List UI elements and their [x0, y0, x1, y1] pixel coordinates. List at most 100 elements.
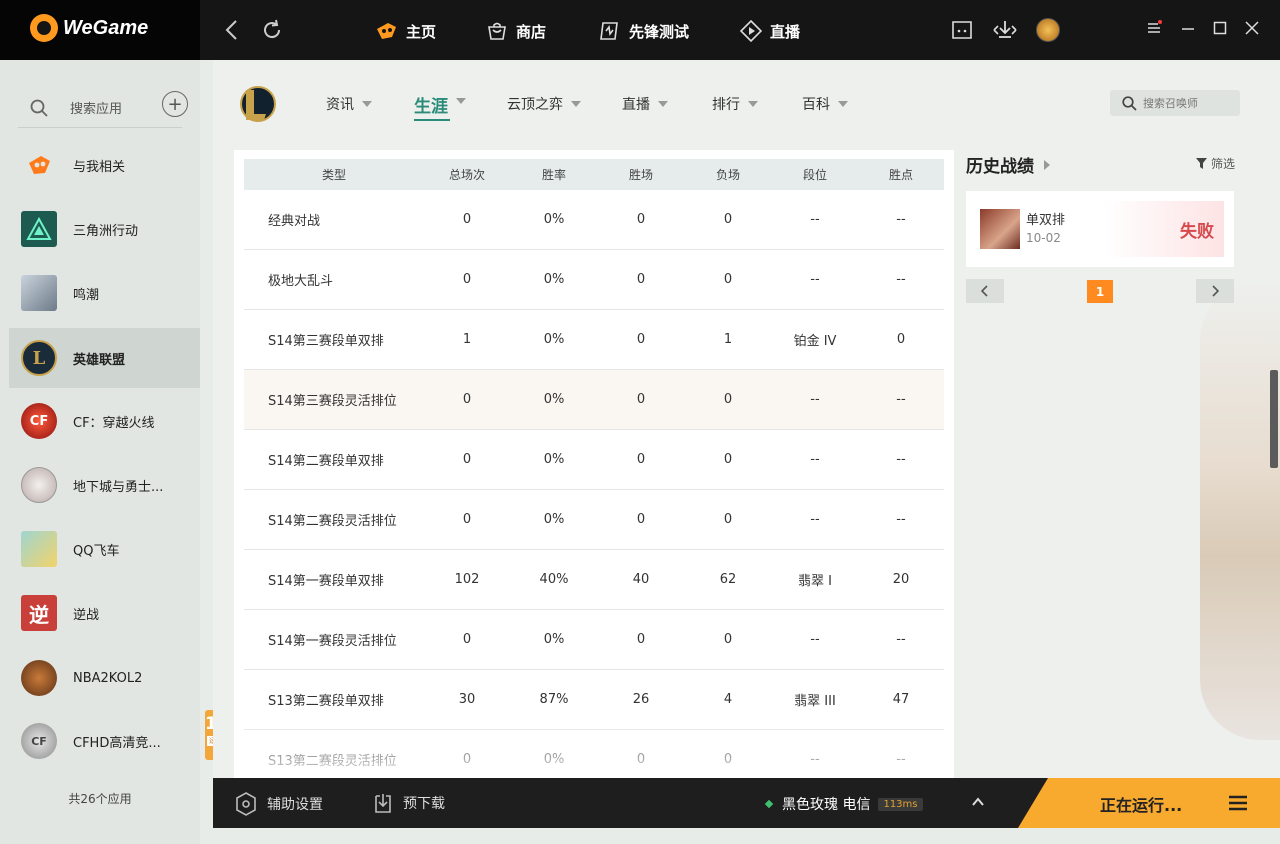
server-name: 黑色玫瑰 电信	[782, 797, 871, 813]
current-page[interactable]: 1	[1087, 280, 1113, 303]
nba2kol2-icon	[21, 660, 57, 696]
download-icon[interactable]	[990, 19, 1020, 41]
match-card[interactable]: 单双排 10-02 失败	[966, 191, 1234, 267]
refresh-icon[interactable]	[262, 18, 284, 42]
subnav-label: 资讯	[326, 97, 354, 113]
tab-live[interactable]: 直播	[740, 18, 800, 44]
wegame-logo[interactable]: WeGame	[30, 14, 148, 42]
cell-winrate: 40%	[539, 572, 569, 587]
top-bar: WeGame 主页 商店 先锋测试 直播	[0, 0, 1280, 60]
menu-icon[interactable]	[1146, 20, 1162, 36]
chevron-left-icon	[981, 285, 988, 297]
server-status-icon	[764, 799, 774, 809]
sidebar-item-cfhd[interactable]: CF CFHD高清竞...	[9, 711, 200, 771]
table-fade-overlay	[234, 718, 954, 778]
sidebar-item-label: 鸣潮	[73, 287, 100, 303]
sidebar-item-dnf[interactable]: 地下城与勇士...	[9, 455, 200, 515]
sidebar-item-label: 地下城与勇士...	[73, 479, 164, 495]
table-row[interactable]: 经典对战 0 0% 0 0 -- --	[244, 190, 944, 250]
scrollbar-thumb[interactable]	[1270, 370, 1278, 468]
running-status-button[interactable]: 正在运行...	[1018, 778, 1280, 828]
sidebar-item-crossfire[interactable]: CF CF：穿越火线	[9, 391, 200, 451]
close-icon[interactable]	[1244, 20, 1260, 36]
summoner-search-input[interactable]: 搜索召唤师	[1110, 90, 1240, 116]
subnav-career-text: 生涯	[414, 97, 448, 117]
server-selector[interactable]: 黑色玫瑰 电信 113ms	[764, 794, 923, 814]
subnav-label: 直播	[622, 97, 650, 113]
subnav-news[interactable]: 资讯	[326, 94, 372, 114]
tab-pioneer-label: 先锋测试	[629, 22, 690, 41]
cell-rank: --	[810, 512, 820, 527]
table-row[interactable]: S14第一赛段灵活排位 0 0% 0 0 -- --	[244, 610, 944, 670]
message-box-icon[interactable]	[950, 19, 974, 41]
subnav-career[interactable]: 生涯	[414, 92, 466, 121]
crossfire-icon: CF	[21, 403, 57, 439]
subnav-ranking[interactable]: 排行	[712, 94, 758, 114]
sidebar-item-related[interactable]: 与我相关	[9, 135, 200, 195]
app-search[interactable]: 搜索应用	[18, 88, 182, 128]
career-stats-table: 类型 总场次 胜率 胜场 负场 段位 胜点 经典对战 0 0% 0 0 -- -- 极地大乱斗…	[234, 150, 954, 778]
sidebar-item-qq-speed[interactable]: QQ飞车	[9, 519, 200, 579]
champion-avatar	[980, 209, 1020, 249]
tab-home-label: 主页	[406, 22, 437, 41]
cell-wins: 0	[636, 272, 646, 287]
cell-rank: --	[810, 272, 820, 287]
sidebar-item-nba2kol2[interactable]: NBA2KOL2	[9, 648, 200, 708]
subnav-label: 生涯	[414, 92, 450, 121]
add-app-button[interactable]: +	[162, 91, 188, 117]
match-mode: 单双排	[1026, 213, 1066, 228]
user-avatar[interactable]	[1036, 18, 1060, 42]
predownload-button[interactable]: 预下载	[373, 792, 445, 814]
nizhan-icon: 逆	[21, 595, 57, 631]
cell-losses: 0	[723, 512, 733, 527]
filter-icon	[1196, 158, 1207, 169]
subnav-tft[interactable]: 云顶之弈	[507, 94, 581, 114]
table-row[interactable]: S14第一赛段单双排 102 40% 40 62 翡翠 I 20	[244, 550, 944, 610]
app-count: 共26个应用	[68, 792, 132, 806]
cell-winrate: 0%	[543, 392, 565, 407]
tab-store[interactable]: 商店	[486, 18, 546, 44]
chevron-up-icon[interactable]	[971, 795, 985, 809]
dnf-icon	[21, 467, 57, 503]
store-bag-icon	[488, 22, 506, 40]
filter-label: 筛选	[1211, 157, 1236, 171]
running-label: 正在运行...	[1100, 796, 1183, 815]
cell-type: S14第一赛段灵活排位	[268, 634, 397, 649]
cell-type: S14第一赛段单双排	[268, 574, 384, 589]
subnav-live[interactable]: 直播	[622, 94, 668, 114]
tab-pioneer-test[interactable]: 先锋测试	[597, 18, 689, 44]
tab-home[interactable]: 主页	[374, 18, 436, 44]
filter-button[interactable]: 筛选	[1196, 155, 1235, 172]
minimize-icon[interactable]	[1180, 20, 1196, 36]
cell-rank: 翡翠 I	[798, 574, 832, 589]
sidebar-item-wuthering-waves[interactable]: 鸣潮	[9, 263, 200, 323]
hamburger-menu-icon[interactable]	[1228, 794, 1248, 812]
cell-rank: --	[810, 452, 820, 467]
assist-settings-button[interactable]: 辅助设置	[235, 792, 323, 816]
plus-icon: +	[167, 93, 183, 115]
maximize-icon[interactable]	[1212, 20, 1228, 36]
assist-settings-label: 辅助设置	[267, 797, 323, 813]
cell-wins: 0	[636, 452, 646, 467]
table-row[interactable]: S14第二赛段灵活排位 0 0% 0 0 -- --	[244, 490, 944, 550]
next-page-button[interactable]	[1196, 279, 1234, 303]
history-title[interactable]: 历史战绩	[966, 152, 1050, 177]
sidebar-item-league-of-legends[interactable]: L 英雄联盟	[9, 328, 200, 388]
cell-winrate: 0%	[543, 512, 565, 527]
cell-winrate: 0%	[543, 332, 565, 347]
cell-losses: 0	[723, 452, 733, 467]
table-row[interactable]: 极地大乱斗 0 0% 0 0 -- --	[244, 250, 944, 310]
subnav-label: 云顶之弈	[507, 97, 563, 113]
prev-page-button[interactable]	[966, 279, 1004, 303]
back-arrow-icon[interactable]	[222, 18, 242, 42]
header-losses: 负场	[715, 168, 740, 182]
table-row[interactable]: S14第二赛段单双排 0 0% 0 0 -- --	[244, 430, 944, 490]
table-row[interactable]: S14第三赛段灵活排位 0 0% 0 0 -- --	[244, 370, 944, 430]
table-row[interactable]: S14第三赛段单双排 1 0% 0 1 铂金 IV 0	[244, 310, 944, 370]
sidebar-item-nizhan[interactable]: 逆 逆战	[9, 583, 200, 643]
sidebar-item-delta-force[interactable]: 三角洲行动	[9, 199, 200, 259]
cell-losses: 62	[719, 572, 737, 587]
subnav-wiki[interactable]: 百科	[802, 94, 848, 114]
home-icon	[377, 23, 396, 39]
cell-lp: --	[896, 212, 906, 227]
